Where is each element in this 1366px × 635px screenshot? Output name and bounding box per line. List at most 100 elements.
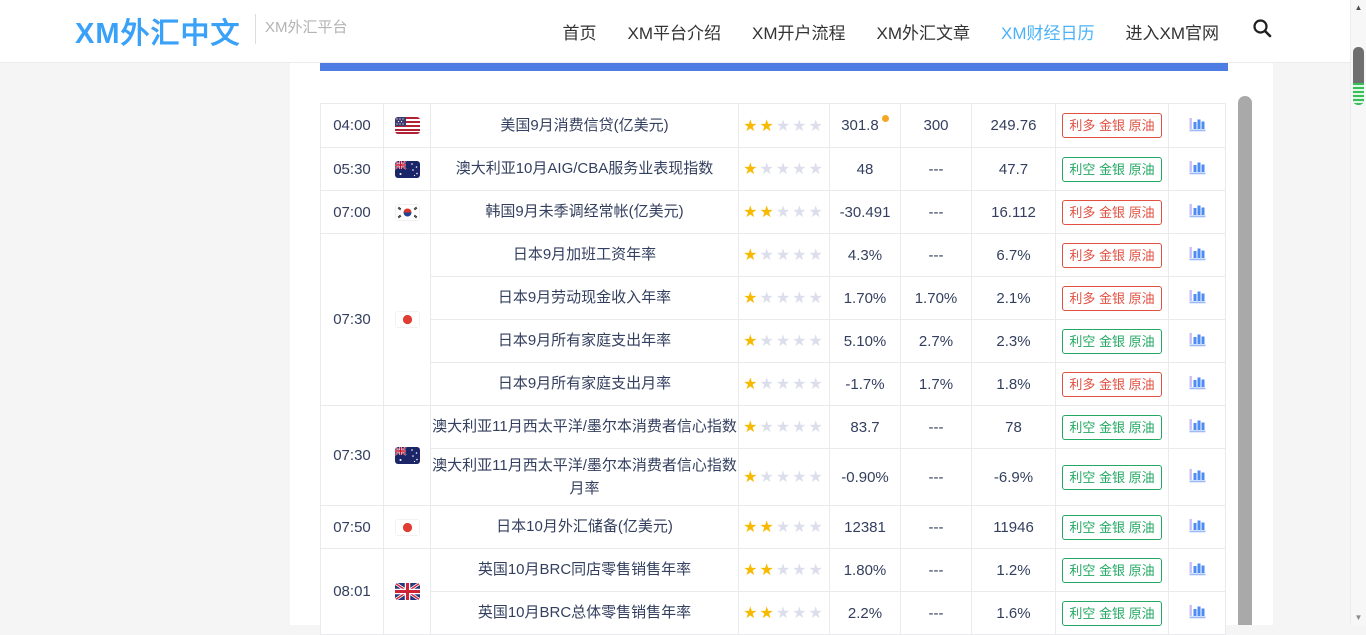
chart-cell xyxy=(1169,104,1226,148)
star-empty-icon: ★ xyxy=(809,419,825,436)
bar-chart-icon[interactable] xyxy=(1188,288,1207,304)
time-cell: 05:30 xyxy=(321,148,384,191)
forecast-value: --- xyxy=(901,506,972,549)
site-logo[interactable]: XM外汇中文 xyxy=(75,0,241,62)
actual-value: 1.70% xyxy=(830,277,901,320)
actual-value: 12381 xyxy=(830,506,901,549)
chart-cell xyxy=(1169,506,1226,549)
star-empty-icon: ★ xyxy=(776,605,792,622)
star-empty-icon: ★ xyxy=(776,419,792,436)
effect-badge: 利空 金银 原油 xyxy=(1062,558,1161,583)
bar-chart-icon[interactable] xyxy=(1188,417,1207,433)
bar-chart-icon[interactable] xyxy=(1188,202,1207,218)
star-filled-icon: ★ xyxy=(743,290,759,307)
star-empty-icon: ★ xyxy=(809,469,825,486)
bar-chart-icon[interactable] xyxy=(1188,517,1207,533)
bar-chart-icon[interactable] xyxy=(1188,467,1207,483)
star-empty-icon: ★ xyxy=(776,118,792,135)
previous-value: 6.7% xyxy=(972,234,1056,277)
event-name: 澳大利亚11月西太平洋/墨尔本消费者信心指数月率 xyxy=(431,449,739,506)
scroll-down-arrow-icon[interactable]: ▼ xyxy=(1351,610,1366,625)
star-empty-icon: ★ xyxy=(776,290,792,307)
actual-value: 2.2% xyxy=(830,592,901,635)
importance-stars: ★★★★★ xyxy=(739,506,830,549)
scroll-up-arrow-icon[interactable]: ▲ xyxy=(1351,0,1366,15)
nav-item-2[interactable]: XM平台介绍 xyxy=(628,19,722,44)
star-empty-icon: ★ xyxy=(792,519,808,536)
star-empty-icon: ★ xyxy=(809,562,825,579)
browser-scrollbar[interactable]: ▲ ▼ xyxy=(1350,0,1366,625)
star-empty-icon: ★ xyxy=(809,605,825,622)
bar-chart-icon[interactable] xyxy=(1188,603,1207,619)
search-button[interactable] xyxy=(1252,18,1273,44)
star-empty-icon: ★ xyxy=(776,376,792,393)
star-empty-icon: ★ xyxy=(776,161,792,178)
time-cell: 07:00 xyxy=(321,191,384,234)
previous-value: 1.6% xyxy=(972,592,1056,635)
event-name: 澳大利亚11月西太平洋/墨尔本消费者信心指数 xyxy=(431,406,739,449)
bar-chart-icon[interactable] xyxy=(1188,116,1207,132)
actual-value: 83.7 xyxy=(830,406,901,449)
bar-chart-icon[interactable] xyxy=(1188,560,1207,576)
bar-chart-icon[interactable] xyxy=(1188,245,1207,261)
flag-cell xyxy=(384,191,431,234)
star-empty-icon: ★ xyxy=(792,376,808,393)
star-empty-icon: ★ xyxy=(792,161,808,178)
star-empty-icon: ★ xyxy=(759,247,775,264)
importance-stars: ★★★★★ xyxy=(739,406,830,449)
star-empty-icon: ★ xyxy=(759,290,775,307)
nav-item-6[interactable]: 进入XM官网 xyxy=(1126,19,1220,44)
nav-item-4[interactable]: XM外汇文章 xyxy=(877,19,971,44)
calendar-row: 04:00美国9月消费信贷(亿美元)★★★★★301.8300249.76利多 … xyxy=(321,104,1226,148)
importance-stars: ★★★★★ xyxy=(739,234,830,277)
forecast-value: 300 xyxy=(901,104,972,148)
actual-value: 48 xyxy=(830,148,901,191)
star-empty-icon: ★ xyxy=(792,562,808,579)
us-flag-icon xyxy=(395,117,420,134)
previous-value: 78 xyxy=(972,406,1056,449)
chart-cell xyxy=(1169,277,1226,320)
time-cell: 07:30 xyxy=(321,406,384,506)
time-cell: 08:01 xyxy=(321,549,384,635)
forecast-value: --- xyxy=(901,449,972,506)
browser-scrollbar-thumb[interactable] xyxy=(1353,47,1364,105)
star-filled-icon: ★ xyxy=(743,562,759,579)
calendar-row: 07:50日本10月外汇储备(亿美元)★★★★★12381---11946利空 … xyxy=(321,506,1226,549)
star-filled-icon: ★ xyxy=(743,247,759,264)
nav-item-3[interactable]: XM开户流程 xyxy=(752,19,846,44)
search-icon xyxy=(1252,18,1273,44)
star-empty-icon: ★ xyxy=(776,469,792,486)
actual-value: 4.3% xyxy=(830,234,901,277)
star-empty-icon: ★ xyxy=(776,519,792,536)
bar-chart-icon[interactable] xyxy=(1188,374,1207,390)
jp-flag-icon xyxy=(395,311,420,328)
effect-badge: 利多 金银 原油 xyxy=(1062,286,1161,311)
star-filled-icon: ★ xyxy=(743,161,759,178)
importance-stars: ★★★★★ xyxy=(739,277,830,320)
forecast-value: --- xyxy=(901,592,972,635)
event-name: 日本9月加班工资年率 xyxy=(431,234,739,277)
event-name: 澳大利亚10月AIG/CBA服务业表现指数 xyxy=(431,148,739,191)
jp-flag-icon xyxy=(395,519,420,536)
flag-cell xyxy=(384,234,431,406)
effect-badge: 利多 金银 原油 xyxy=(1062,372,1161,397)
previous-value: 1.2% xyxy=(972,549,1056,592)
nav-item-5[interactable]: XM财经日历 xyxy=(1001,19,1095,44)
star-filled-icon: ★ xyxy=(743,519,759,536)
chart-cell xyxy=(1169,406,1226,449)
calendar-row: 澳大利亚11月西太平洋/墨尔本消费者信心指数月率★★★★★-0.90%----6… xyxy=(321,449,1226,506)
event-name: 日本9月所有家庭支出年率 xyxy=(431,320,739,363)
star-empty-icon: ★ xyxy=(792,118,808,135)
star-filled-icon: ★ xyxy=(759,204,775,221)
effect-badge: 利空 金银 原油 xyxy=(1062,601,1161,626)
bar-chart-icon[interactable] xyxy=(1188,331,1207,347)
widget-scrollbar-thumb[interactable] xyxy=(1238,96,1252,625)
effect-cell: 利空 金银 原油 xyxy=(1056,406,1169,449)
previous-value: 11946 xyxy=(972,506,1056,549)
effect-badge: 利空 金银 原油 xyxy=(1062,515,1161,540)
forecast-value: --- xyxy=(901,191,972,234)
actual-value: 301.8 xyxy=(830,104,901,148)
star-empty-icon: ★ xyxy=(776,562,792,579)
nav-item-1[interactable]: 首页 xyxy=(563,19,597,44)
bar-chart-icon[interactable] xyxy=(1188,159,1207,175)
